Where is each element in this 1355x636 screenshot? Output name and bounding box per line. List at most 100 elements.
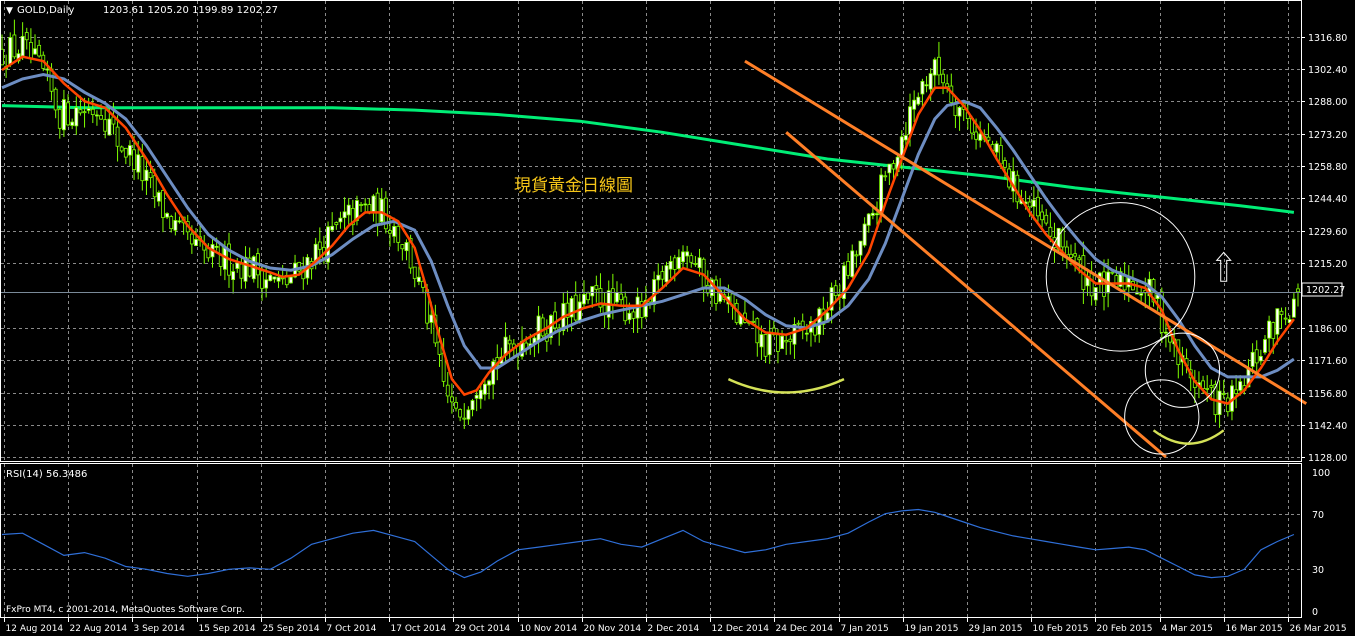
candle-bear [317,241,322,250]
x-tick-label: 25 Sep 2014 [263,624,320,634]
candle-bull [214,246,219,248]
y-tick-label: 1171.60 [1308,356,1347,367]
x-tick-label: 7 Jan 2015 [841,624,889,634]
chart-symbol: GOLD,Daily [17,5,74,16]
candle-bull [404,242,409,252]
candle-bull [346,204,351,216]
candle-bear [610,288,615,306]
candle-bear [169,216,174,230]
candle-bull [1250,351,1255,367]
y-tick-label: 1288.00 [1308,97,1347,108]
candle [326,221,330,270]
candle-bull [470,400,475,411]
candle-bear [986,136,991,141]
candle-bear [123,147,128,158]
candle-bear [78,109,83,114]
candle-bull [912,99,917,110]
candle-bear [937,56,941,76]
candle-bear [891,163,896,170]
candle-bear [1283,317,1288,320]
candle-bull [850,250,855,278]
candle-bear [784,339,789,343]
candle [251,255,256,283]
candle-bull [379,198,384,223]
x-tick-label: 29 Oct 2014 [455,624,511,634]
candle-bear [1003,160,1007,168]
y-tick-label: 1316.80 [1308,33,1347,44]
candle-bull [107,118,112,136]
candle-bull [173,220,178,231]
x-tick-label: 26 Mar 2015 [1290,624,1347,634]
candle-bear [28,42,33,59]
candle-bear [1271,322,1276,339]
candle-bear [1110,271,1115,274]
candle-bull [1093,287,1098,301]
candle-bull [144,169,149,181]
candle-bear [1040,211,1045,221]
candle-bear [689,255,694,263]
rsi-tick-label: 70 [1312,510,1324,521]
candle-bear [1279,310,1284,315]
candle-bear [594,285,599,290]
candle-bear [941,73,945,84]
candle-bear [1048,226,1053,237]
rsi-tick-label: 0 [1312,607,1318,618]
x-tick-label: 24 Dec 2014 [776,624,834,634]
candle-bull [804,332,809,335]
candle-bear [1114,275,1119,288]
candle-bull [1031,199,1036,207]
candle-bear [846,261,851,276]
candle-bull [1258,356,1263,362]
y-tick-label: 1186.00 [1308,324,1347,335]
candle-bear [1064,246,1069,256]
candle-bear [714,279,718,304]
candle-bear [693,263,698,265]
candle-bull [487,380,491,386]
candle-bull [924,84,929,87]
candle-bull [928,73,933,90]
x-tick-label: 12 Dec 2014 [712,624,770,634]
x-tick-label: 16 Mar 2015 [1226,624,1283,634]
candle-bull [685,251,690,257]
candle-bear [1073,253,1078,257]
candle-bear [1168,335,1172,343]
candle-bull [536,315,541,341]
candle-bull [136,154,141,173]
candle-bear [115,126,120,147]
candle-bull [330,225,335,231]
candle-bear [619,293,624,301]
x-tick-label: 20 Nov 2014 [584,624,642,634]
candle-bull [371,195,376,214]
candle [8,32,13,68]
candle-bull [1139,293,1144,296]
candle-bear [788,338,793,343]
symbol-dropdown-icon[interactable]: ▼ [6,6,13,16]
candle-bear [66,102,70,126]
candle-bear [751,320,756,323]
candle-bull [932,59,937,76]
y-tick-label: 1302.40 [1308,65,1347,76]
candle-bear [1296,288,1300,293]
candle-bull [920,81,925,95]
candle-bear [540,317,545,337]
candle-bear [189,233,194,245]
candle-bull [866,213,871,226]
copyright-text: FxPro MT4, c 2001-2014, MetaQuotes Softw… [6,605,245,615]
x-tick-label: 22 Aug 2014 [70,624,128,634]
candle-bull [1263,339,1267,353]
candle-bear [998,145,1003,165]
candle-bear [462,417,467,420]
candle-bull [268,274,273,282]
candle-bull [177,220,182,223]
candle-bear [140,156,145,182]
candle-bull [668,261,673,270]
candle-bear [854,254,859,257]
candle-bull [466,409,471,420]
candle-bull [582,294,586,305]
candle-bull [1238,381,1243,391]
x-tick-label: 7 Oct 2014 [327,624,377,634]
candle-bear [99,115,103,120]
x-tick-label: 15 Sep 2014 [199,624,256,634]
candle-bear [755,318,760,344]
x-tick-label: 10 Feb 2015 [1033,624,1089,634]
